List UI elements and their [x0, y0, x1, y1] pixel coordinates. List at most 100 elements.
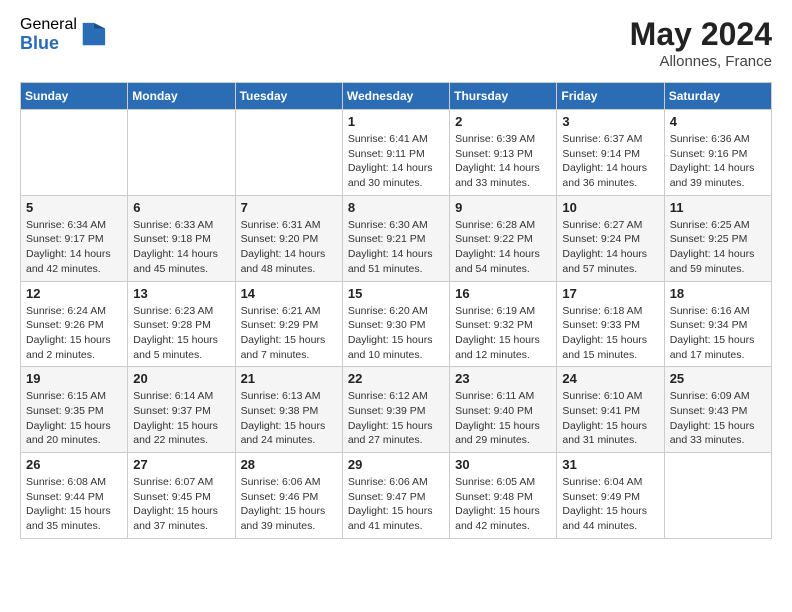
calendar-week-2: 5 Sunrise: 6:34 AMSunset: 9:17 PMDaylight…: [21, 195, 772, 281]
logo: General Blue: [20, 16, 107, 53]
calendar-cell: 17Sunrise: 6:18 AMSunset: 9:33 PMDayligh…: [557, 281, 664, 367]
day-info: Sunrise: 6:33 AMSunset: 9:18 PMDaylight:…: [133, 218, 229, 277]
day-header-tuesday: Tuesday: [235, 83, 342, 110]
day-info: Sunrise: 6:06 AMSunset: 9:47 PMDaylight:…: [348, 475, 444, 534]
day-number: 31: [562, 457, 658, 472]
day-number: 30: [455, 457, 551, 472]
calendar-cell: 30Sunrise: 6:05 AMSunset: 9:48 PMDayligh…: [450, 453, 557, 539]
day-number: 28: [241, 457, 337, 472]
day-header-thursday: Thursday: [450, 83, 557, 110]
calendar-cell: 24 Sunrise: 6:10 AMSunset: 9:41 PMDayligh…: [557, 367, 664, 453]
calendar-cell: 31 Sunrise: 6:04 AMSunset: 9:49 PMDayligh…: [557, 453, 664, 539]
day-number: 11: [670, 200, 766, 215]
day-info: Sunrise: 6:08 AMSunset: 9:44 PMDaylight:…: [26, 475, 122, 534]
day-number: 5: [26, 200, 122, 215]
calendar-cell: 21Sunrise: 6:13 AMSunset: 9:38 PMDayligh…: [235, 367, 342, 453]
calendar-cell: 29Sunrise: 6:06 AMSunset: 9:47 PMDayligh…: [342, 453, 449, 539]
day-info: Sunrise: 6:31 AMSunset: 9:20 PMDaylight:…: [241, 218, 337, 277]
calendar-cell: 5 Sunrise: 6:34 AMSunset: 9:17 PMDaylight…: [21, 195, 128, 281]
day-info: Sunrise: 6:23 AMSunset: 9:28 PMDaylight:…: [133, 304, 229, 363]
day-info: Sunrise: 6:30 AMSunset: 9:21 PMDaylight:…: [348, 218, 444, 277]
day-info: Sunrise: 6:12 AMSunset: 9:39 PMDaylight:…: [348, 389, 444, 448]
day-number: 13: [133, 286, 229, 301]
day-info: Sunrise: 6:24 AMSunset: 9:26 PMDaylight:…: [26, 304, 122, 363]
day-info: Sunrise: 6:37 AMSunset: 9:14 PMDaylight:…: [562, 132, 658, 191]
day-number: 15: [348, 286, 444, 301]
day-number: 3: [562, 114, 658, 129]
day-info: Sunrise: 6:06 AMSunset: 9:46 PMDaylight:…: [241, 475, 337, 534]
day-number: 20: [133, 371, 229, 386]
day-info: Sunrise: 6:41 AMSunset: 9:11 PMDaylight:…: [348, 132, 444, 191]
day-number: 26: [26, 457, 122, 472]
calendar-cell: 12 Sunrise: 6:24 AMSunset: 9:26 PMDayligh…: [21, 281, 128, 367]
calendar-cell: 4Sunrise: 6:36 AMSunset: 9:16 PMDaylight…: [664, 110, 771, 196]
day-info: Sunrise: 6:21 AMSunset: 9:29 PMDaylight:…: [241, 304, 337, 363]
day-number: 9: [455, 200, 551, 215]
day-header-friday: Friday: [557, 83, 664, 110]
day-number: 1: [348, 114, 444, 129]
month-year: May 2024: [630, 16, 772, 53]
day-info: Sunrise: 6:07 AMSunset: 9:45 PMDaylight:…: [133, 475, 229, 534]
logo-general: General: [20, 16, 77, 34]
logo-icon: [79, 21, 107, 49]
calendar-cell: [235, 110, 342, 196]
day-info: Sunrise: 6:19 AMSunset: 9:32 PMDaylight:…: [455, 304, 551, 363]
day-number: 23: [455, 371, 551, 386]
calendar-cell: 6 Sunrise: 6:33 AMSunset: 9:18 PMDaylight…: [128, 195, 235, 281]
day-info: Sunrise: 6:34 AMSunset: 9:17 PMDaylight:…: [26, 218, 122, 277]
day-info: Sunrise: 6:16 AMSunset: 9:34 PMDaylight:…: [670, 304, 766, 363]
day-info: Sunrise: 6:20 AMSunset: 9:30 PMDaylight:…: [348, 304, 444, 363]
calendar-cell: 13 Sunrise: 6:23 AMSunset: 9:28 PMDayligh…: [128, 281, 235, 367]
calendar-header-row: SundayMondayTuesdayWednesdayThursdayFrid…: [21, 83, 772, 110]
calendar-week-1: 1 Sunrise: 6:41 AMSunset: 9:11 PMDaylight…: [21, 110, 772, 196]
calendar-cell: 28 Sunrise: 6:06 AMSunset: 9:46 PMDayligh…: [235, 453, 342, 539]
day-info: Sunrise: 6:11 AMSunset: 9:40 PMDaylight:…: [455, 389, 551, 448]
day-number: 27: [133, 457, 229, 472]
day-number: 12: [26, 286, 122, 301]
calendar-cell: 11Sunrise: 6:25 AMSunset: 9:25 PMDayligh…: [664, 195, 771, 281]
day-info: Sunrise: 6:13 AMSunset: 9:38 PMDaylight:…: [241, 389, 337, 448]
calendar-cell: 23 Sunrise: 6:11 AMSunset: 9:40 PMDayligh…: [450, 367, 557, 453]
day-header-saturday: Saturday: [664, 83, 771, 110]
calendar-cell: [128, 110, 235, 196]
location: Allonnes, France: [630, 53, 772, 70]
day-info: Sunrise: 6:39 AMSunset: 9:13 PMDaylight:…: [455, 132, 551, 191]
calendar-cell: 18 Sunrise: 6:16 AMSunset: 9:34 PMDayligh…: [664, 281, 771, 367]
day-number: 7: [241, 200, 337, 215]
calendar-cell: 26 Sunrise: 6:08 AMSunset: 9:44 PMDayligh…: [21, 453, 128, 539]
logo-blue: Blue: [20, 34, 77, 54]
day-info: Sunrise: 6:27 AMSunset: 9:24 PMDaylight:…: [562, 218, 658, 277]
calendar-cell: [664, 453, 771, 539]
calendar-cell: 3 Sunrise: 6:37 AMSunset: 9:14 PMDaylight…: [557, 110, 664, 196]
day-number: 19: [26, 371, 122, 386]
day-info: Sunrise: 6:18 AMSunset: 9:33 PMDaylight:…: [562, 304, 658, 363]
calendar-week-4: 19Sunrise: 6:15 AMSunset: 9:35 PMDayligh…: [21, 367, 772, 453]
day-info: Sunrise: 6:09 AMSunset: 9:43 PMDaylight:…: [670, 389, 766, 448]
calendar-cell: 14 Sunrise: 6:21 AMSunset: 9:29 PMDayligh…: [235, 281, 342, 367]
day-number: 4: [670, 114, 766, 129]
day-number: 10: [562, 200, 658, 215]
calendar-cell: 15 Sunrise: 6:20 AMSunset: 9:30 PMDayligh…: [342, 281, 449, 367]
calendar-cell: [21, 110, 128, 196]
calendar-cell: 19Sunrise: 6:15 AMSunset: 9:35 PMDayligh…: [21, 367, 128, 453]
day-number: 14: [241, 286, 337, 301]
calendar-cell: 2 Sunrise: 6:39 AMSunset: 9:13 PMDaylight…: [450, 110, 557, 196]
day-number: 8: [348, 200, 444, 215]
title-block: May 2024 Allonnes, France: [630, 16, 772, 70]
day-info: Sunrise: 6:28 AMSunset: 9:22 PMDaylight:…: [455, 218, 551, 277]
day-header-wednesday: Wednesday: [342, 83, 449, 110]
page-header: General Blue May 2024 Allonnes, France: [20, 16, 772, 70]
calendar-cell: 1 Sunrise: 6:41 AMSunset: 9:11 PMDaylight…: [342, 110, 449, 196]
calendar-table: SundayMondayTuesdayWednesdayThursdayFrid…: [20, 82, 772, 539]
day-info: Sunrise: 6:14 AMSunset: 9:37 PMDaylight:…: [133, 389, 229, 448]
day-info: Sunrise: 6:10 AMSunset: 9:41 PMDaylight:…: [562, 389, 658, 448]
day-number: 22: [348, 371, 444, 386]
day-info: Sunrise: 6:04 AMSunset: 9:49 PMDaylight:…: [562, 475, 658, 534]
day-number: 24: [562, 371, 658, 386]
day-number: 6: [133, 200, 229, 215]
day-number: 2: [455, 114, 551, 129]
day-number: 18: [670, 286, 766, 301]
calendar-cell: 20 Sunrise: 6:14 AMSunset: 9:37 PMDayligh…: [128, 367, 235, 453]
calendar-cell: 9 Sunrise: 6:28 AMSunset: 9:22 PMDaylight…: [450, 195, 557, 281]
calendar-cell: 25Sunrise: 6:09 AMSunset: 9:43 PMDayligh…: [664, 367, 771, 453]
